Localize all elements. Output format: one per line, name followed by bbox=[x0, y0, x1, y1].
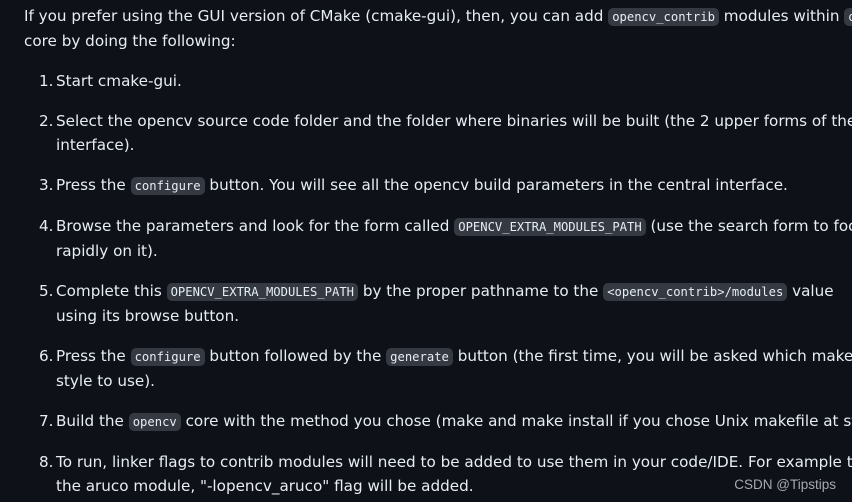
inline-code-extra-modules-path: OPENCV_EXTRA_MODULES_PATH bbox=[454, 218, 646, 236]
step-number: 6. bbox=[39, 347, 54, 365]
inline-code-opencv-contrib: opencv_contrib bbox=[608, 8, 719, 26]
step-text: interface). bbox=[56, 136, 135, 154]
list-item: 6. Press the configure button followed b… bbox=[24, 344, 852, 393]
list-item: 1. Start cmake-gui. bbox=[24, 69, 852, 93]
step-text: by the proper pathname to the bbox=[358, 282, 604, 300]
step-number: 7. bbox=[39, 412, 54, 430]
step-text: button (the first time, you will be aske… bbox=[452, 347, 852, 365]
list-item: 5. Complete this OPENCV_EXTRA_MODULES_PA… bbox=[24, 279, 852, 328]
step-text: using its browse button. bbox=[56, 307, 240, 325]
step-text: rapidly on it). bbox=[56, 242, 158, 260]
list-item: 7. Build the opencv core with the method… bbox=[24, 409, 852, 434]
inline-code-opencv: opencv bbox=[128, 413, 181, 431]
step-text: To run, linker flags to contrib modules … bbox=[56, 453, 852, 471]
step-number: 2. bbox=[39, 112, 54, 130]
document-body: If you prefer using the GUI version of C… bbox=[24, 4, 852, 498]
inline-code-generate: generate bbox=[386, 348, 453, 366]
list-item: 4. Browse the parameters and look for th… bbox=[24, 214, 852, 263]
step-text: core with the method you chose (make and… bbox=[180, 412, 852, 430]
step-text: Start cmake-gui. bbox=[56, 72, 182, 90]
step-number: 5. bbox=[39, 282, 54, 300]
inline-code-contrib-modules: <opencv_contrib>/modules bbox=[603, 283, 788, 301]
intro-paragraph: If you prefer using the GUI version of C… bbox=[24, 4, 852, 53]
list-item: 3. Press the configure button. You will … bbox=[24, 173, 852, 198]
step-number: 3. bbox=[39, 176, 54, 194]
step-text: button followed by the bbox=[204, 347, 387, 365]
intro-text: If you prefer using the GUI version of C… bbox=[24, 7, 609, 25]
step-text: button. You will see all the opencv buil… bbox=[204, 176, 788, 194]
step-text: value bbox=[787, 282, 834, 300]
step-number: 1. bbox=[39, 72, 54, 90]
watermark: CSDN @Tipstips bbox=[734, 477, 836, 492]
inline-code-opencv: opencv bbox=[844, 8, 852, 26]
step-text: Browse the parameters and look for the f… bbox=[56, 217, 455, 235]
intro-text: modules within bbox=[718, 7, 845, 25]
inline-code-configure: configure bbox=[130, 177, 205, 195]
step-text: Press the bbox=[56, 176, 131, 194]
steps-list: 1. Start cmake-gui. 2. Select the opencv… bbox=[24, 69, 852, 498]
step-text: Select the opencv source code folder and… bbox=[56, 112, 852, 130]
step-text: Press the bbox=[56, 347, 131, 365]
intro-text-line2: core by doing the following: bbox=[24, 32, 236, 50]
step-text: (use the search form to focus bbox=[645, 217, 852, 235]
list-item: 8. To run, linker flags to contrib modul… bbox=[24, 450, 852, 498]
list-item: 2. Select the opencv source code folder … bbox=[24, 109, 852, 157]
inline-code-extra-modules-path: OPENCV_EXTRA_MODULES_PATH bbox=[166, 283, 358, 301]
step-text: style to use). bbox=[56, 372, 155, 390]
step-number: 8. bbox=[39, 453, 54, 471]
step-text: Complete this bbox=[56, 282, 167, 300]
step-text: Build the bbox=[56, 412, 129, 430]
step-number: 4. bbox=[39, 217, 54, 235]
step-text: the aruco module, "-lopencv_aruco" flag … bbox=[56, 477, 474, 495]
inline-code-configure: configure bbox=[130, 348, 205, 366]
